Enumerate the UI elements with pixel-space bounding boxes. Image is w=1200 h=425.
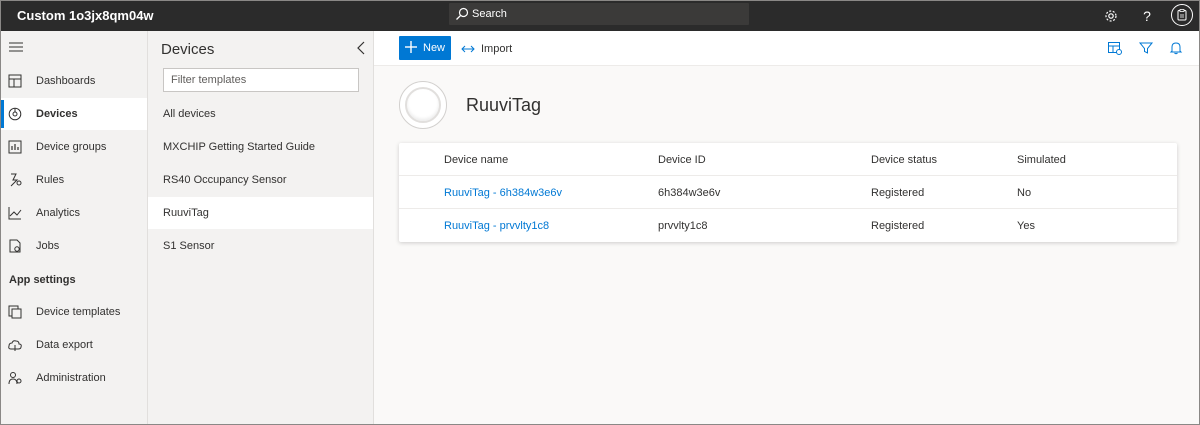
nav-item-dashboards[interactable]: Dashboards [1,65,147,97]
nav-label: Dashboards [36,75,96,87]
device-status-cell: Registered [871,220,925,232]
help-button[interactable]: ? [1137,6,1157,26]
page-title: RuuviTag [466,95,542,115]
jobs-icon [9,239,21,253]
nav-item-device-templates[interactable]: Device templates [1,296,147,328]
settings-button[interactable] [1101,6,1121,26]
device-id-cell: 6h384w3e6v [658,187,721,199]
top-bar: Custom 1o3jx8qm04w Search ? [1,1,1199,31]
search-placeholder: Search [472,8,507,20]
template-item-mxchip[interactable]: MXCHIP Getting Started Guide [148,131,373,163]
hamburger-icon[interactable] [9,41,23,53]
dashboard-icon [8,74,22,88]
rules-icon [10,173,22,187]
devices-table: Device name Device ID Device status Simu… [399,143,1177,242]
template-item-s1-sensor[interactable]: S1 Sensor [148,230,373,262]
device-templates-icon [8,305,22,319]
nav-item-device-groups[interactable]: Device groups [1,131,147,163]
search-box[interactable]: Search [449,3,749,25]
app-title[interactable]: Custom 1o3jx8qm04w [17,8,154,23]
device-id-cell: prvvlty1c8 [658,220,708,232]
template-label: S1 Sensor [163,240,215,252]
template-item-all-devices[interactable]: All devices [148,98,373,130]
table-row[interactable]: RuuviTag - 6h384w3e6v 6h384w3e6v Registe… [399,175,1177,208]
nav-item-jobs[interactable]: Jobs [1,230,147,262]
nav-label: Device templates [36,306,121,318]
new-label: New [423,42,446,54]
simulated-cell: Yes [1017,220,1035,232]
simulated-cell: No [1017,187,1032,199]
column-header-device-id[interactable]: Device ID [658,154,706,166]
device-templates-panel: Devices All devices MXCHIP Getting Start… [148,31,374,424]
nav-section-app-settings: App settings [9,274,76,286]
command-bar: New Import [374,31,1199,66]
table-row[interactable]: RuuviTag - prvvlty1c8 prvvlty1c8 Registe… [399,208,1177,241]
nav-label: Devices [36,108,78,120]
nav-item-devices[interactable]: Devices [1,98,147,130]
nav-label: Data export [36,339,93,351]
nav-item-data-export[interactable]: Data export [1,329,147,361]
left-nav: Dashboards Devices Device groups Rules A… [1,31,148,424]
data-export-icon [8,340,22,351]
administration-icon [8,372,22,385]
import-icon [461,45,475,53]
column-header-simulated[interactable]: Simulated [1017,154,1066,166]
nav-item-rules[interactable]: Rules [1,164,147,196]
template-label: MXCHIP Getting Started Guide [163,141,316,153]
column-header-device-status[interactable]: Device status [871,154,937,166]
nav-item-administration[interactable]: Administration [1,362,147,394]
device-name-link[interactable]: RuuviTag - 6h384w3e6v [444,187,562,199]
nav-label: Device groups [36,141,107,153]
chevron-left-icon[interactable] [354,41,368,55]
analytics-icon [8,207,22,220]
column-header-device-name[interactable]: Device name [444,154,508,166]
template-label: RS40 Occupancy Sensor [163,174,287,186]
device-template-image [399,81,447,129]
bell-icon[interactable] [1168,40,1184,56]
template-label: All devices [163,108,216,120]
template-label: RuuviTag [163,207,209,219]
device-groups-icon [8,140,22,154]
columns-icon[interactable] [1107,40,1123,56]
new-button[interactable]: New [399,36,451,60]
device-status-cell: Registered [871,187,925,199]
panel-title: Devices [161,41,215,58]
import-label: Import [481,43,513,55]
devices-icon [8,107,22,121]
app-window: Custom 1o3jx8qm04w Search ? Dashboards D… [0,0,1200,425]
filter-templates-input[interactable] [163,68,359,92]
template-item-ruuvitag[interactable]: RuuviTag [148,197,373,229]
nav-label: Rules [36,174,65,186]
nav-label: Jobs [36,240,60,252]
nav-item-analytics[interactable]: Analytics [1,197,147,229]
account-icon [1177,9,1187,21]
import-button[interactable]: Import [461,41,512,57]
main-content: New Import RuuviTag Device name Device I… [374,31,1199,424]
gear-icon [1105,10,1117,22]
ruuvitag-image [405,87,441,123]
account-button[interactable] [1171,4,1193,26]
nav-label: Analytics [36,207,81,219]
help-icon: ? [1143,8,1151,24]
device-name-link[interactable]: RuuviTag - prvvlty1c8 [444,220,549,232]
filter-icon[interactable] [1138,40,1154,56]
search-icon [456,7,469,20]
plus-icon [405,41,417,53]
nav-label: Administration [36,372,106,384]
template-item-rs40[interactable]: RS40 Occupancy Sensor [148,164,373,196]
